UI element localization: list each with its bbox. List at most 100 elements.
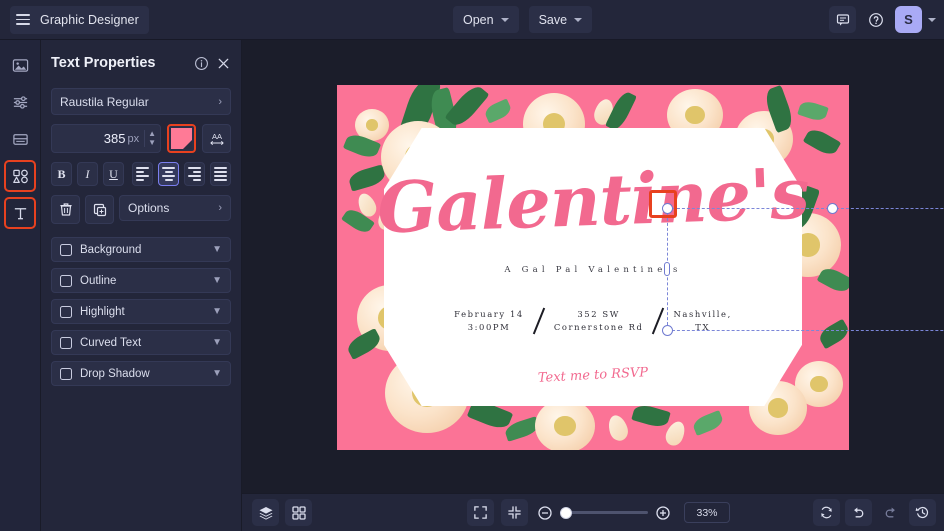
reset-button[interactable] bbox=[813, 499, 840, 526]
fit-selection-icon bbox=[508, 506, 521, 519]
font-size-stepper[interactable]: ▲ ▼ bbox=[144, 130, 156, 147]
align-center-button[interactable] bbox=[158, 162, 179, 186]
reset-icon bbox=[821, 506, 832, 519]
bottom-left-tools bbox=[252, 499, 312, 526]
page-title: Text Properties bbox=[51, 55, 156, 71]
fit-selection-button[interactable] bbox=[501, 499, 528, 526]
redo-icon bbox=[885, 507, 895, 518]
chevron-down-icon bbox=[574, 17, 583, 22]
save-menu-label: Save bbox=[538, 12, 568, 27]
italic-button[interactable]: I bbox=[77, 162, 98, 186]
align-right-icon bbox=[188, 167, 201, 181]
resize-handle-top-center[interactable] bbox=[827, 202, 838, 214]
zoom-in-button[interactable] bbox=[655, 505, 671, 521]
toggle-drop-shadow[interactable]: Drop Shadow ▼ bbox=[51, 361, 231, 386]
chevron-down-icon[interactable]: ▼ bbox=[212, 368, 222, 379]
panel-close-button[interactable] bbox=[216, 56, 231, 71]
hamburger-icon[interactable] bbox=[16, 14, 30, 25]
zoom-level-value[interactable]: 33% bbox=[684, 502, 730, 523]
comment-icon bbox=[836, 13, 849, 26]
stepper-down-icon[interactable]: ▼ bbox=[148, 139, 156, 147]
options-label: Options bbox=[128, 201, 170, 215]
brand-menu-button[interactable]: Graphic Designer bbox=[10, 5, 149, 34]
font-family-value: Raustila Regular bbox=[60, 94, 149, 109]
text-icon bbox=[14, 207, 26, 219]
toggle-curved-text[interactable]: Curved Text ▼ bbox=[51, 330, 231, 355]
leaf-decoration bbox=[797, 99, 829, 123]
resize-handle-middle-left[interactable] bbox=[664, 262, 670, 276]
duplicate-icon bbox=[93, 203, 106, 216]
fit-screen-button[interactable] bbox=[467, 499, 494, 526]
toggle-outline[interactable]: Outline ▼ bbox=[51, 268, 231, 293]
app-title: Graphic Designer bbox=[40, 12, 139, 27]
sidebar-item-adjust[interactable] bbox=[5, 87, 35, 117]
help-button[interactable] bbox=[862, 6, 889, 33]
avatar[interactable]: S bbox=[895, 6, 922, 33]
checkbox-highlight[interactable] bbox=[60, 305, 72, 318]
options-button[interactable]: Options › bbox=[119, 195, 231, 221]
sidebar-item-shapes[interactable] bbox=[4, 160, 36, 192]
font-size-unit: px bbox=[127, 132, 140, 145]
comment-button[interactable] bbox=[829, 6, 856, 33]
sidebar-item-image[interactable] bbox=[5, 50, 35, 80]
checkbox-outline[interactable] bbox=[60, 274, 72, 287]
text-properties-panel: Text Properties Raustila Regular › 385 p… bbox=[41, 40, 242, 531]
save-menu-button[interactable]: Save bbox=[528, 6, 593, 33]
canvas-area[interactable]: Galentine's A Gal Pal Valentine's Februa… bbox=[242, 40, 944, 493]
top-menu-group: Open Save bbox=[453, 6, 593, 33]
resize-handle-bottom-left[interactable] bbox=[661, 324, 673, 336]
layers-icon bbox=[259, 506, 272, 520]
resize-handle-top-left[interactable] bbox=[648, 189, 677, 218]
letter-spacing-button[interactable]: AA bbox=[202, 124, 231, 153]
align-left-button[interactable] bbox=[132, 162, 153, 186]
grid-button[interactable] bbox=[285, 499, 312, 526]
chevron-right-icon: › bbox=[218, 95, 222, 108]
toggle-background-label: Background bbox=[80, 243, 142, 256]
history-button[interactable] bbox=[909, 499, 936, 526]
detail-date[interactable]: February 14 3:00PM bbox=[454, 308, 524, 334]
toggle-highlight-label: Highlight bbox=[80, 305, 125, 318]
redo-button[interactable] bbox=[877, 499, 904, 526]
sidebar-item-layout[interactable] bbox=[5, 124, 35, 154]
align-justify-button[interactable] bbox=[210, 162, 231, 186]
zoom-slider-thumb[interactable] bbox=[560, 506, 572, 519]
panel-info-button[interactable] bbox=[194, 56, 209, 71]
duplicate-button[interactable] bbox=[85, 195, 114, 224]
chevron-right-icon: › bbox=[218, 202, 222, 214]
layout-icon bbox=[12, 133, 28, 145]
font-size-input[interactable]: 385 px ▲ ▼ bbox=[51, 124, 161, 153]
image-icon bbox=[12, 58, 28, 72]
delete-button[interactable] bbox=[51, 195, 80, 224]
bold-button[interactable]: B bbox=[51, 162, 72, 186]
font-family-select[interactable]: Raustila Regular › bbox=[51, 88, 231, 115]
chevron-down-icon[interactable]: ▼ bbox=[212, 306, 222, 317]
chevron-down-icon[interactable]: ▼ bbox=[212, 244, 222, 255]
detail-address[interactable]: 352 SW Cornerstone Rd bbox=[554, 308, 644, 334]
sidebar-item-text[interactable] bbox=[4, 197, 36, 229]
open-menu-button[interactable]: Open bbox=[453, 6, 519, 33]
underline-button[interactable]: U bbox=[103, 162, 124, 186]
layers-button[interactable] bbox=[252, 499, 279, 526]
zoom-slider[interactable] bbox=[560, 506, 648, 519]
toggle-highlight[interactable]: Highlight ▼ bbox=[51, 299, 231, 324]
text-color-button[interactable] bbox=[167, 124, 196, 153]
undo-button[interactable] bbox=[845, 499, 872, 526]
toggle-drop-shadow-label: Drop Shadow bbox=[80, 367, 150, 380]
checkbox-background[interactable] bbox=[60, 243, 72, 256]
leaf-decoration bbox=[691, 409, 725, 437]
chevron-down-icon[interactable]: ▼ bbox=[212, 337, 222, 348]
color-swatch bbox=[171, 128, 192, 149]
toggle-background[interactable]: Background ▼ bbox=[51, 237, 231, 262]
stepper-up-icon[interactable]: ▲ bbox=[148, 130, 156, 138]
chevron-down-icon[interactable]: ▼ bbox=[212, 275, 222, 286]
leaf-decoration bbox=[631, 402, 671, 430]
zoom-out-button[interactable] bbox=[537, 505, 553, 521]
avatar-chevron-down-icon[interactable] bbox=[928, 17, 936, 22]
checkbox-drop-shadow[interactable] bbox=[60, 367, 72, 380]
checkbox-curved-text[interactable] bbox=[60, 336, 72, 349]
bottom-bar: 33% bbox=[242, 493, 944, 531]
zoom-out-icon bbox=[538, 505, 552, 520]
align-right-button[interactable] bbox=[184, 162, 205, 186]
panel-header: Text Properties bbox=[51, 52, 231, 74]
leaf-decoration bbox=[482, 98, 514, 124]
